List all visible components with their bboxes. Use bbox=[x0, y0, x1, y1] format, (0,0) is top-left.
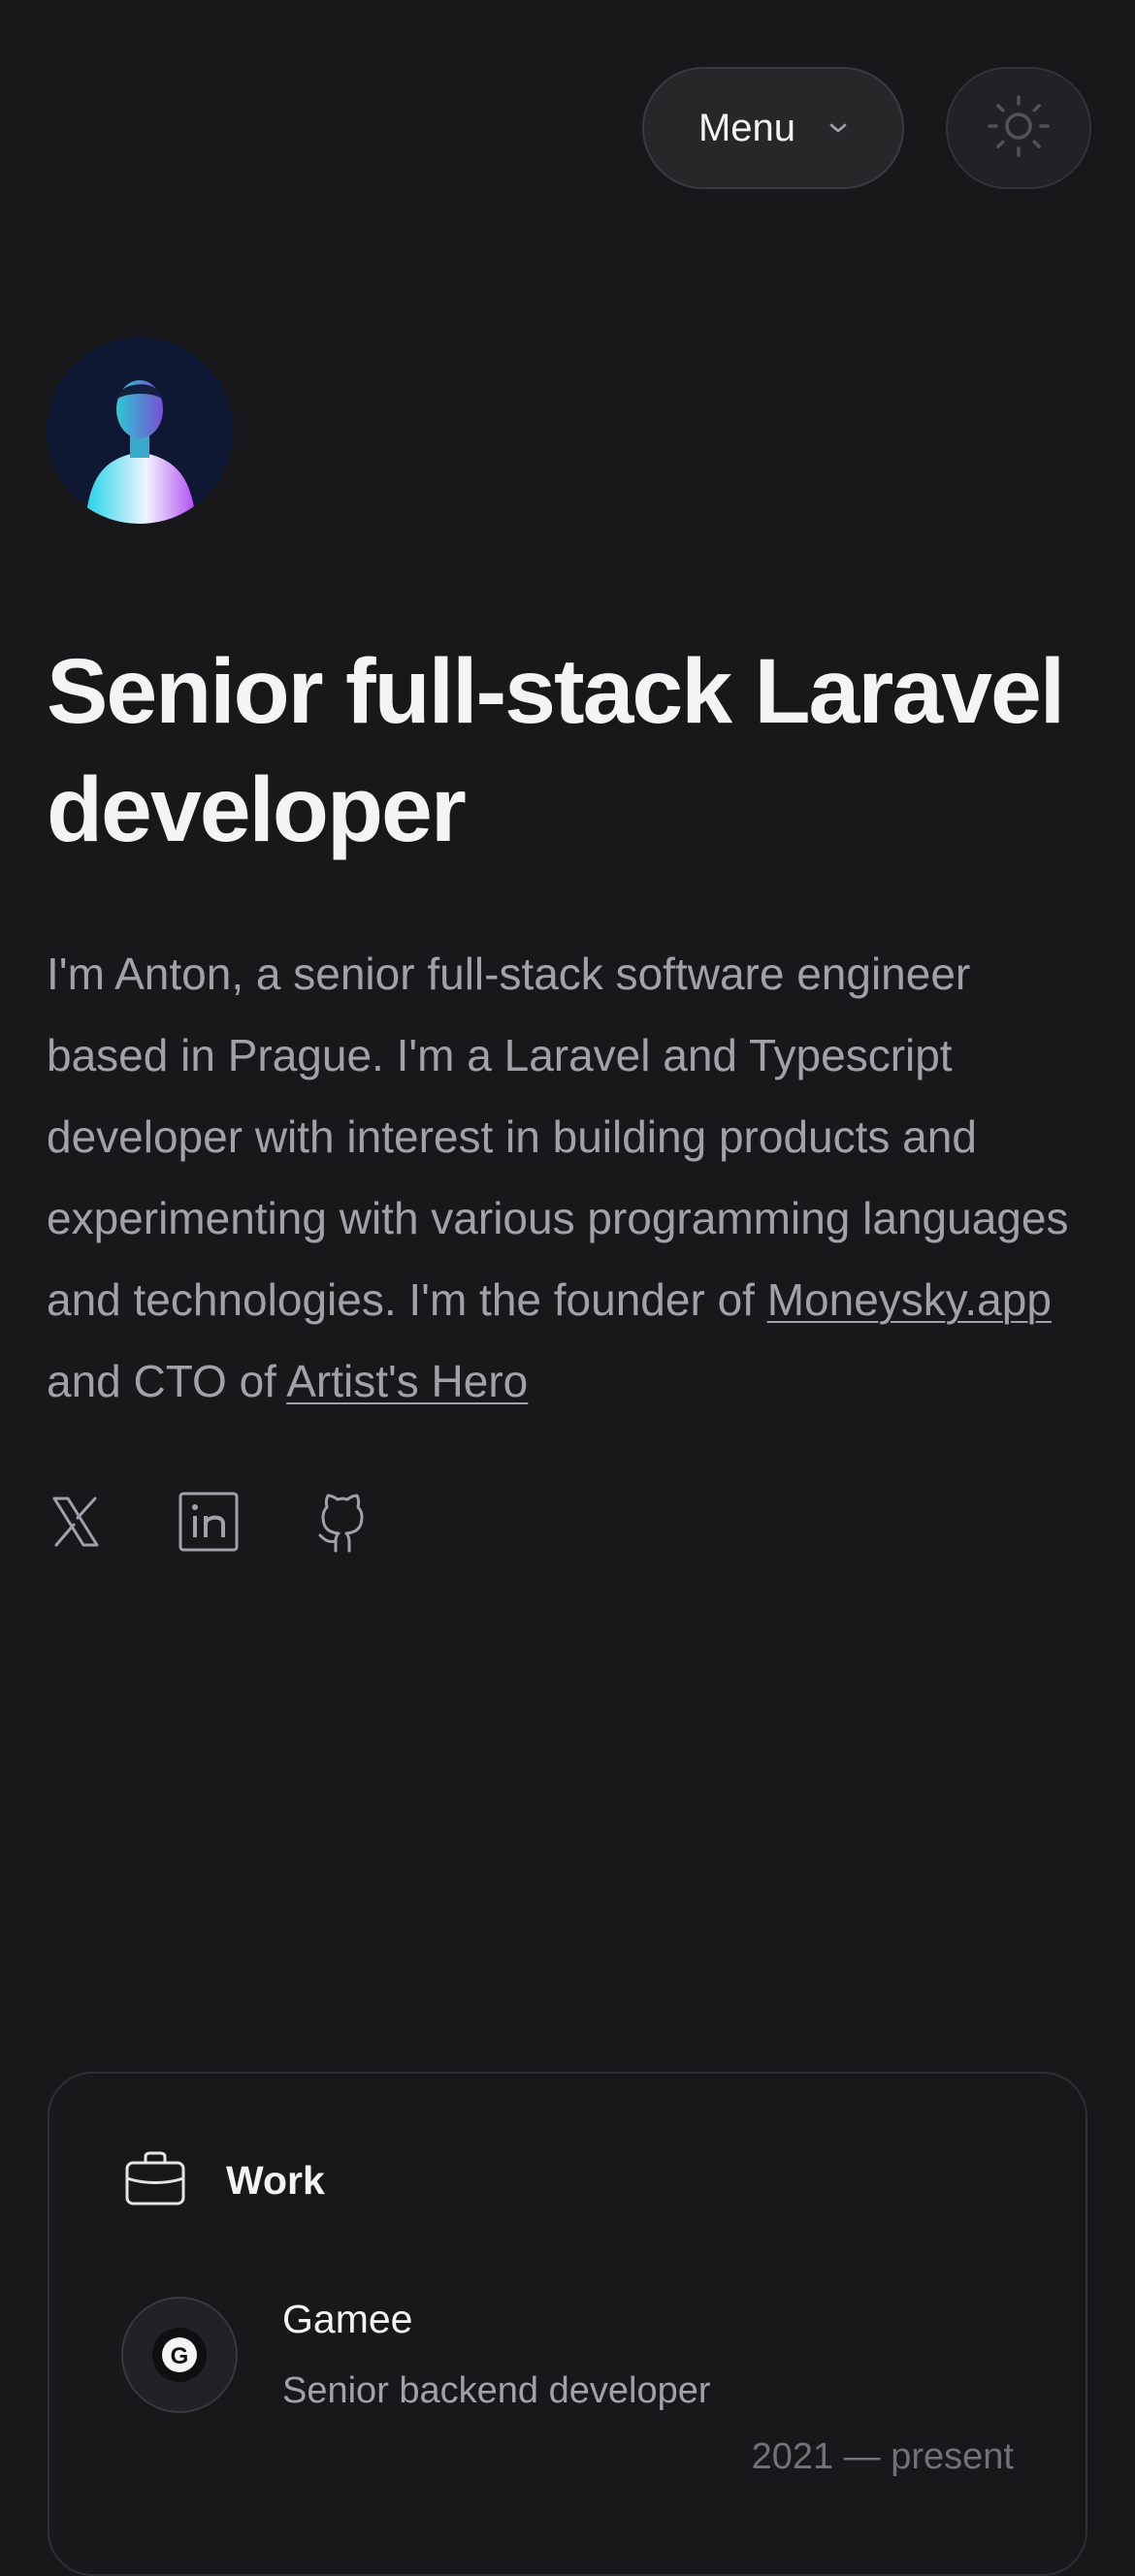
linkedin-icon bbox=[178, 1492, 239, 1557]
work-title: Work bbox=[226, 2158, 325, 2203]
sun-icon bbox=[984, 91, 1054, 166]
intro-text: I'm Anton, a senior full-stack software … bbox=[47, 949, 1069, 1325]
intro-connector: and CTO of bbox=[47, 1356, 287, 1406]
github-link[interactable] bbox=[312, 1491, 373, 1558]
artists-hero-link[interactable]: Artist's Hero bbox=[286, 1356, 528, 1406]
x-twitter-icon bbox=[47, 1493, 105, 1556]
work-card: Work G Gamee Senior backend developer 20… bbox=[48, 2072, 1087, 2576]
avatar[interactable] bbox=[47, 338, 233, 524]
social-links bbox=[47, 1492, 373, 1556]
job-company: Gamee bbox=[282, 2297, 413, 2341]
svg-text:G: G bbox=[171, 2343, 189, 2369]
menu-label: Menu bbox=[697, 106, 796, 149]
briefcase-icon bbox=[125, 2151, 185, 2210]
work-header: Work bbox=[125, 2151, 325, 2210]
menu-button[interactable]: Menu bbox=[642, 67, 904, 189]
github-icon bbox=[312, 1491, 373, 1558]
page-title: Senior full-stack Laravel developer bbox=[47, 640, 1065, 861]
intro-paragraph: I'm Anton, a senior full-stack software … bbox=[47, 933, 1094, 1422]
linkedin-link[interactable] bbox=[178, 1492, 239, 1557]
job-dates: 2021 — present bbox=[751, 2436, 1014, 2477]
gamee-logo-icon: G bbox=[121, 2297, 238, 2413]
chevron-down-icon bbox=[828, 121, 848, 135]
job-role: Senior backend developer bbox=[282, 2370, 711, 2411]
theme-toggle-button[interactable] bbox=[946, 67, 1091, 189]
x-twitter-link[interactable] bbox=[47, 1493, 105, 1556]
moneysky-link[interactable]: Moneysky.app bbox=[767, 1274, 1052, 1325]
